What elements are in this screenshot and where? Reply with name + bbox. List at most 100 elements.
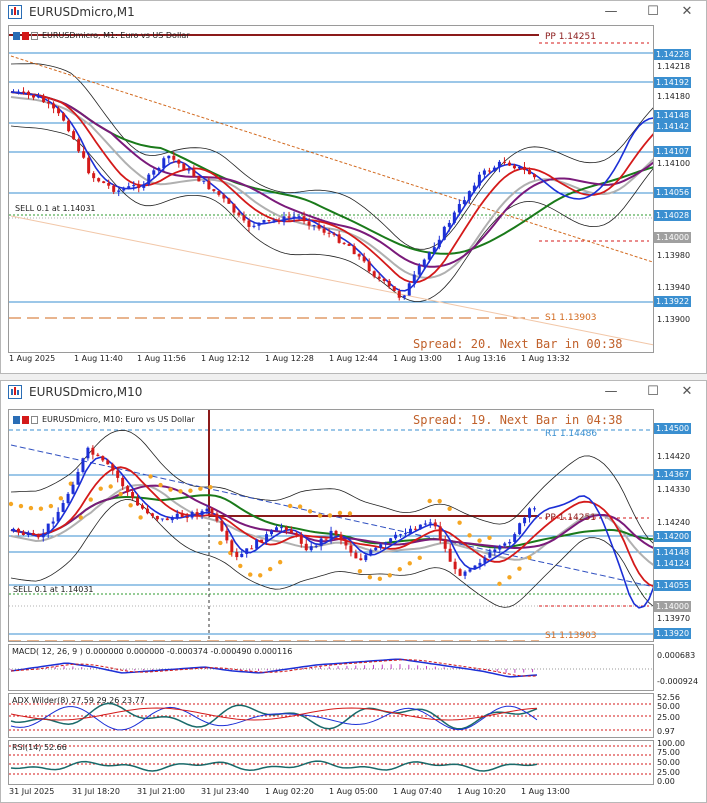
candle-body <box>222 194 226 199</box>
price-axis-label: 1.13980 <box>657 251 691 260</box>
candle-body <box>347 243 351 246</box>
parabolic-sar-dot <box>267 566 273 572</box>
macd-panel[interactable]: MACD( 12, 26, 9 ) 0.000000 0.000000 -0.0… <box>8 644 654 691</box>
parabolic-sar-dot <box>88 497 93 502</box>
time-axis-label: 1 Aug 13:16 <box>457 354 506 363</box>
candle-body <box>101 456 105 461</box>
candle-body <box>277 220 281 223</box>
candle-body <box>472 185 476 192</box>
candle-body <box>339 534 343 541</box>
time-axis[interactable]: 31 Jul 2025 31 Jul 18:20 31 Jul 21:00 31… <box>8 787 654 801</box>
price-tag: 1.14124 <box>654 558 692 569</box>
window-titlebar[interactable]: EURUSDmicro,M10 — ☐ ✕ <box>1 381 706 403</box>
candle-body <box>507 162 511 166</box>
candle-body <box>77 139 81 152</box>
candle-body <box>299 534 303 544</box>
candle-body <box>423 523 427 525</box>
candle-body <box>329 530 333 539</box>
symbol-label: EURUSDmicro, M1: Euro vs US Dollar <box>42 31 190 40</box>
candle-body <box>413 528 417 530</box>
rsi-line <box>10 760 538 772</box>
candle-body <box>512 165 516 169</box>
parabolic-sar-dot <box>347 511 353 516</box>
candle-body <box>136 497 140 506</box>
ma-red <box>10 91 653 284</box>
candle-body <box>324 538 328 540</box>
candle-body <box>399 534 403 536</box>
time-axis-label: 31 Jul 18:20 <box>72 787 120 796</box>
candle-body <box>462 200 466 205</box>
candle-body <box>517 166 521 169</box>
sell-order-label[interactable]: SELL 0.1 at 1.14031 <box>13 585 94 594</box>
candle-body <box>287 216 291 218</box>
candle-body <box>210 508 214 514</box>
candle-body <box>142 184 146 188</box>
price-chart-m1[interactable]: EURUSDmicro, M1: Euro vs US Dollar SELL … <box>8 25 654 353</box>
rsi-panel[interactable]: RSI(14) 52.66 <box>8 740 654 785</box>
candle-body <box>262 220 266 223</box>
candle-body <box>165 518 169 521</box>
parabolic-sar-dot <box>38 506 44 511</box>
candle-body <box>307 221 311 226</box>
minimize-button[interactable]: — <box>597 3 625 21</box>
candle-body <box>127 186 131 189</box>
candle-body <box>493 549 497 553</box>
price-axis[interactable]: 1.14228 1.14218 1.14192 1.14180 1.14148 … <box>654 25 706 353</box>
candle-body <box>187 169 191 171</box>
close-button[interactable]: ✕ <box>673 383 701 401</box>
time-axis[interactable]: 1 Aug 2025 1 Aug 11:40 1 Aug 11:56 1 Aug… <box>8 354 654 368</box>
candle-body <box>56 511 60 522</box>
candle-body <box>483 557 487 563</box>
price-axis-label: 1.14420 <box>657 452 691 461</box>
time-axis-label: 1 Aug 13:32 <box>521 354 570 363</box>
time-axis-label: 1 Aug 02:20 <box>265 787 314 796</box>
adx-panel[interactable]: ADX Wilder(8) 27.59 29.26 23.77 <box>8 693 654 738</box>
candle-body <box>66 493 70 504</box>
window-titlebar[interactable]: EURUSDmicro,M1 — ☐ ✕ <box>1 1 706 23</box>
minimize-button[interactable]: — <box>597 383 625 401</box>
candle-body <box>180 513 184 517</box>
candle-body <box>225 530 229 541</box>
chart-window-m10[interactable]: EURUSDmicro,M10 — ☐ ✕ EURUSDmicro, M10: … <box>0 380 707 803</box>
candle-body <box>31 533 35 536</box>
one-click-trading-icon[interactable] <box>31 31 38 40</box>
one-click-trading-icon[interactable] <box>31 415 38 424</box>
candle-body <box>106 460 110 465</box>
chart-window-m1[interactable]: EURUSDmicro,M1 — ☐ ✕ EURUSDmicro, M1: Eu… <box>0 0 707 374</box>
price-tag: 1.14367 <box>654 469 692 480</box>
close-button[interactable]: ✕ <box>673 3 701 21</box>
candle-body <box>207 180 211 190</box>
maximize-button[interactable]: ☐ <box>639 3 667 21</box>
candle-body <box>478 562 482 566</box>
maximize-button[interactable]: ☐ <box>639 383 667 401</box>
candle-body <box>282 216 286 223</box>
candle-body <box>432 247 436 253</box>
down-bars-icon <box>22 415 29 424</box>
price-axis[interactable]: 1.14500 1.14420 1.14367 1.14330 1.14240 … <box>654 409 706 642</box>
candle-body <box>527 170 531 175</box>
adx-axis-label: 25.00 <box>657 713 680 722</box>
candle-body <box>270 530 274 535</box>
price-axis-label: 1.14100 <box>657 159 691 168</box>
down-bars-icon <box>22 31 29 40</box>
price-tag: 1.14500 <box>654 423 692 434</box>
candle-body <box>349 545 353 553</box>
parabolic-sar-dot <box>467 533 472 538</box>
parabolic-sar-dot <box>527 555 532 560</box>
sell-order-label[interactable]: SELL 0.1 at 1.14031 <box>15 204 96 213</box>
parabolic-sar-dot <box>28 505 34 511</box>
candle-body <box>327 232 331 234</box>
candle-body <box>427 252 431 260</box>
price-chart-m10[interactable]: EURUSDmicro, M10: Euro vs US Dollar Spre… <box>8 409 654 642</box>
candle-body <box>364 555 368 561</box>
parabolic-sar-dot <box>178 489 183 494</box>
rsi-axis-label: 100.00 <box>657 739 685 748</box>
time-axis-label: 1 Aug 13:00 <box>521 787 570 796</box>
price-tag: 1.14056 <box>654 187 692 198</box>
candle-body <box>212 189 216 192</box>
candle-body <box>402 295 406 298</box>
macd-axis-label: 0.000683 <box>657 651 696 660</box>
parabolic-sar-dot <box>48 503 54 509</box>
candle-body <box>230 540 234 552</box>
price-axis-label: 1.13970 <box>657 614 691 623</box>
